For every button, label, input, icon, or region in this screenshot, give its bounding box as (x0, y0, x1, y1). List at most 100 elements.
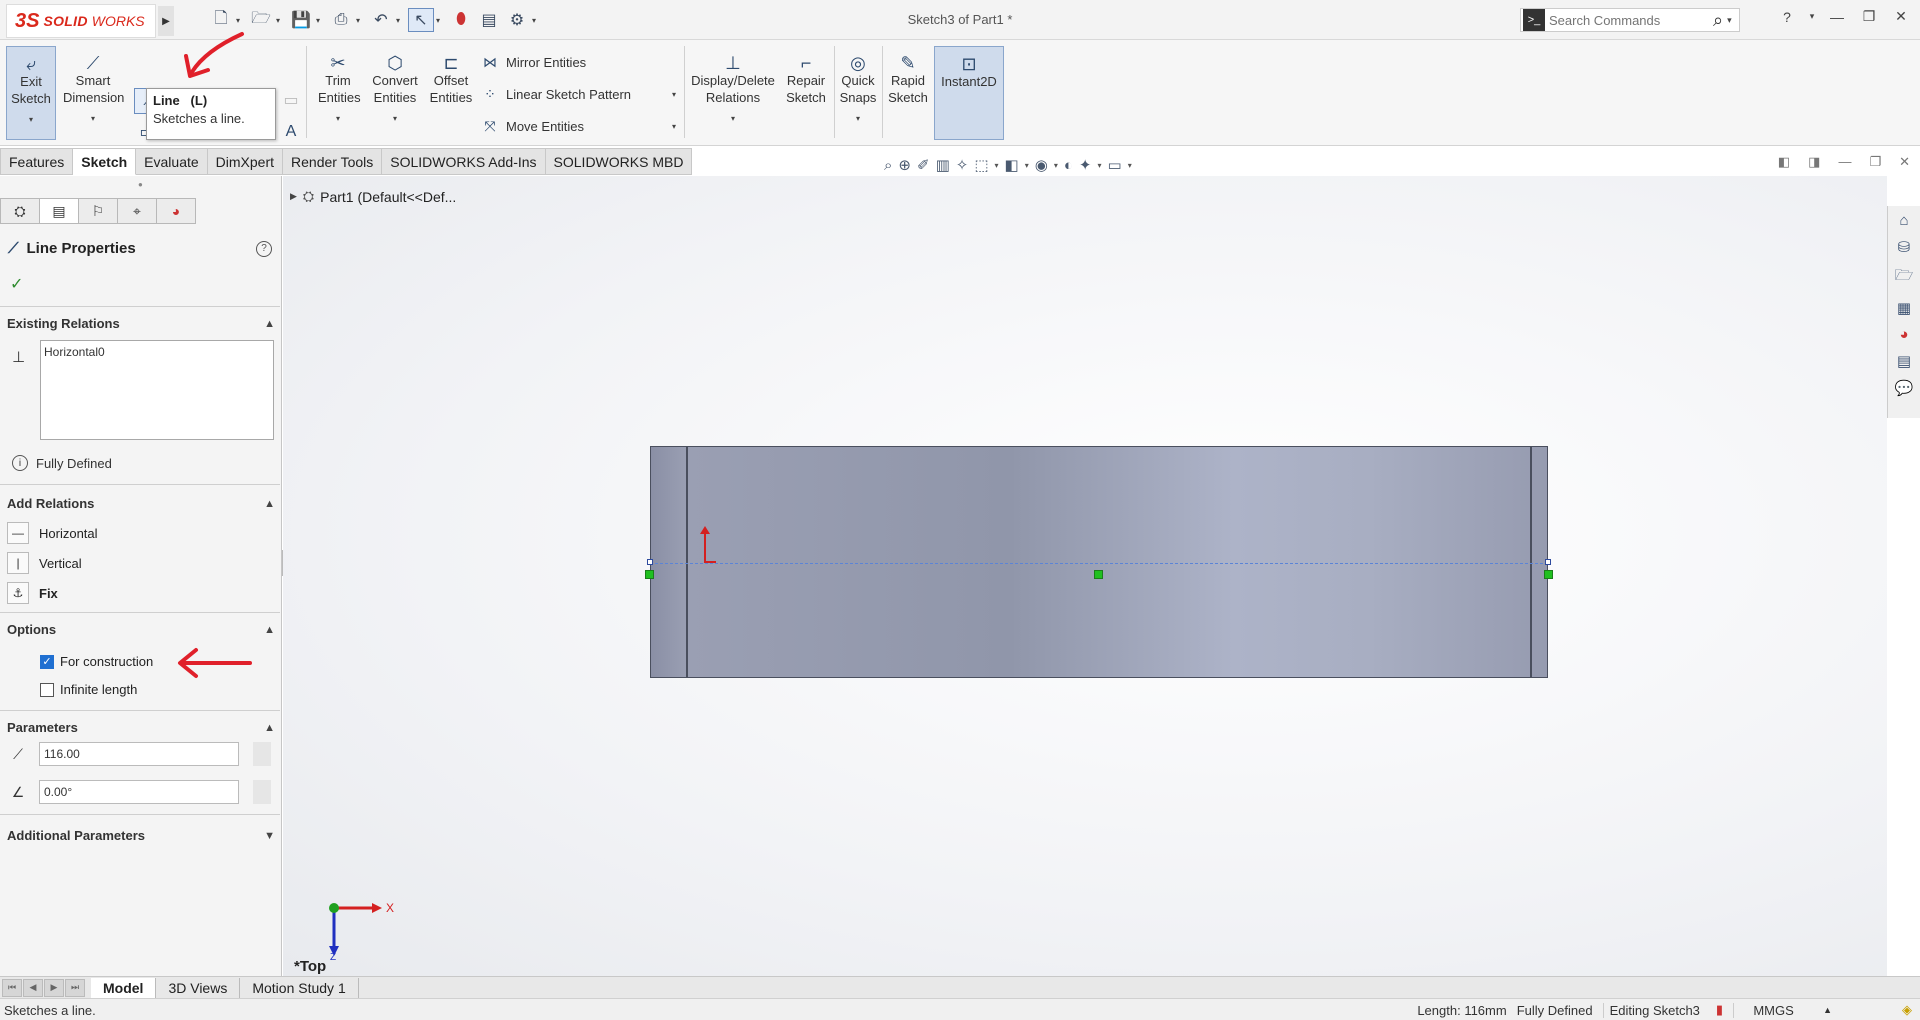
existing-relations-list[interactable]: Horizontal0 (40, 340, 274, 440)
additional-parameters-header[interactable]: Additional Parameters ▼ (7, 828, 275, 843)
help-icon[interactable]: ? (1776, 9, 1798, 25)
expand-arrow-icon[interactable]: ▶ (290, 191, 297, 202)
custom-properties-icon[interactable]: ▤ (1897, 352, 1911, 370)
chevron-down-icon[interactable]: ▾ (393, 110, 397, 127)
open-folder-icon[interactable]: 🗁 (248, 8, 274, 32)
trim-entities-button[interactable]: ✂ Trim Entities ▾ (310, 46, 366, 140)
chevron-down-icon[interactable]: ▾ (731, 110, 735, 127)
units-selector[interactable]: MMGS (1733, 1002, 1813, 1018)
chevron-down-icon[interactable]: ▾ (336, 110, 340, 127)
options-header[interactable]: Options ▲ (7, 622, 275, 637)
tab-sketch[interactable]: Sketch (73, 148, 137, 175)
chevron-up-icon[interactable]: ▲ (1823, 1005, 1832, 1015)
tile-left-icon[interactable]: ◧ (1778, 154, 1790, 170)
convert-entities-button[interactable]: ⬡ Convert Entities ▾ (366, 46, 424, 140)
section-view-icon[interactable]: ▥ (936, 156, 950, 174)
chevron-down-icon[interactable]: ▾ (356, 16, 366, 25)
home-icon[interactable]: ⌂ (1899, 212, 1908, 229)
chevron-down-icon[interactable]: ▾ (396, 16, 406, 25)
chevron-up-icon[interactable]: ▲ (264, 624, 275, 636)
chevron-down-icon[interactable]: ▾ (436, 16, 446, 25)
doc-close-icon[interactable]: ✕ (1899, 154, 1910, 170)
offset-entities-button[interactable]: ⊏ Offset Entities (426, 46, 476, 140)
ok-checkmark-icon[interactable]: ✓ (10, 274, 23, 294)
dimxpert-manager-tab-icon[interactable]: ⌖ (117, 198, 157, 224)
tile-right-icon[interactable]: ◨ (1808, 154, 1820, 170)
tab-3d-views[interactable]: 3D Views (156, 977, 241, 998)
for-construction-option[interactable]: ✓ For construction (40, 654, 153, 669)
existing-relations-header[interactable]: Existing Relations ▲ (7, 316, 275, 331)
design-library-icon[interactable]: ⛁ (1898, 238, 1911, 256)
chevron-down-icon[interactable]: ▾ (1054, 161, 1058, 170)
view-settings-icon[interactable]: ▭ (1108, 156, 1122, 174)
tab-features[interactable]: Features (0, 148, 74, 175)
chevron-down-icon[interactable]: ▾ (672, 90, 676, 99)
zoom-to-fit-icon[interactable]: ⌕ (884, 157, 892, 174)
tab-model[interactable]: Model (91, 977, 157, 998)
feature-manager-tab-icon[interactable]: ⛭ (0, 198, 40, 224)
for-construction-checkbox[interactable]: ✓ (40, 654, 54, 669)
chevron-up-icon[interactable]: ▲ (264, 722, 275, 734)
part-edge-left[interactable] (686, 446, 688, 678)
tab-motion-study-1[interactable]: Motion Study 1 (240, 977, 359, 998)
options-gear-icon[interactable]: ⚙ (504, 8, 530, 32)
display-manager-tab-icon[interactable]: ◕ (156, 198, 196, 224)
angle-input[interactable] (39, 780, 239, 804)
file-properties-icon[interactable]: ▤ (476, 8, 502, 32)
chevron-down-icon[interactable]: ▾ (1808, 11, 1816, 22)
prev-tab-icon[interactable]: ◀ (23, 978, 43, 997)
part-edge-right[interactable] (1530, 446, 1532, 678)
part-body[interactable] (650, 446, 1548, 678)
chevron-up-icon[interactable]: ▲ (264, 318, 275, 330)
chevron-down-icon[interactable]: ▾ (672, 122, 676, 131)
line-endpoint-left[interactable] (647, 559, 653, 565)
chevron-down-icon[interactable]: ▾ (1727, 15, 1732, 26)
appearances-icon[interactable]: ◕ (1899, 326, 1908, 343)
length-input[interactable] (39, 742, 239, 766)
view-palette-icon[interactable]: ▦ (1897, 299, 1911, 317)
instant2d-button[interactable]: ⊡ Instant2D (934, 46, 1004, 140)
chevron-down-icon[interactable]: ▾ (91, 110, 95, 127)
chevron-down-icon[interactable]: ▾ (1025, 161, 1029, 170)
view-orientation-icon[interactable]: ⬚ (974, 156, 988, 174)
display-delete-relations-button[interactable]: ⊥ Display/Delete Relations ▾ (688, 46, 778, 140)
smart-dimension-button[interactable]: ⟋ Smart Dimension ▾ (60, 46, 126, 140)
search-commands[interactable]: >_ ⌕ ▾ (1520, 8, 1740, 32)
rebuild-traffic-light-icon[interactable]: ⬮ (448, 8, 474, 32)
search-icon[interactable]: ⌕ (1713, 10, 1723, 31)
doc-restore-icon[interactable]: ❐ (1869, 154, 1881, 170)
chevron-down-icon[interactable]: ▾ (995, 161, 999, 170)
panel-grip-icon[interactable]: ● (138, 180, 143, 189)
zoom-to-area-icon[interactable]: ⊕ (898, 156, 911, 174)
tab-evaluate[interactable]: Evaluate (136, 148, 208, 175)
infinite-length-option[interactable]: Infinite length (40, 682, 137, 697)
configuration-manager-tab-icon[interactable]: ⚐ (78, 198, 118, 224)
feature-tree-root[interactable]: ▶ ⛭ Part1 (Default<<Def... (290, 188, 456, 205)
infinite-length-checkbox[interactable] (40, 682, 54, 697)
help-icon[interactable]: ? (256, 240, 272, 257)
hide-show-items-icon[interactable]: ◉ (1035, 156, 1048, 174)
doc-minimize-icon[interactable]: — (1838, 154, 1851, 170)
chevron-down-icon[interactable]: ▼ (264, 830, 275, 842)
repair-sketch-button[interactable]: ⌐ Repair Sketch (782, 46, 830, 140)
exit-sketch-button[interactable]: ⤶ Exit Sketch ▾ (6, 46, 56, 140)
sketch-slot-icon[interactable]: ▭ (280, 88, 302, 112)
undo-icon[interactable]: ↶ (368, 8, 394, 32)
solidworks-logo[interactable]: 3S SOLID WORKS (6, 4, 156, 38)
tag-icon[interactable]: ◈ (1902, 1002, 1912, 1018)
mirror-entities-button[interactable]: ⋈ Mirror Entities (480, 50, 586, 74)
relation-item[interactable]: Horizontal0 (44, 345, 270, 359)
text-tool-icon[interactable]: A (280, 120, 302, 144)
minimize-icon[interactable]: — (1826, 9, 1848, 25)
next-tab-icon[interactable]: ▶ (44, 978, 64, 997)
parameters-header[interactable]: Parameters ▲ (7, 720, 275, 735)
save-icon[interactable]: 💾 (288, 8, 314, 32)
select-pointer-icon[interactable]: ↖ (408, 8, 434, 32)
relation-vertical-button[interactable]: | Vertical (7, 552, 82, 574)
move-entities-button[interactable]: ⤧ Move Entities ▾ (480, 114, 676, 138)
chevron-down-icon[interactable]: ▾ (276, 16, 286, 25)
file-explorer-icon[interactable]: 🗁 (1895, 265, 1914, 290)
print-icon[interactable]: ⎙ (328, 8, 354, 32)
tab-solidworks-add-ins[interactable]: SOLIDWORKS Add-Ins (382, 148, 546, 175)
last-tab-icon[interactable]: ⏭ (65, 978, 85, 997)
